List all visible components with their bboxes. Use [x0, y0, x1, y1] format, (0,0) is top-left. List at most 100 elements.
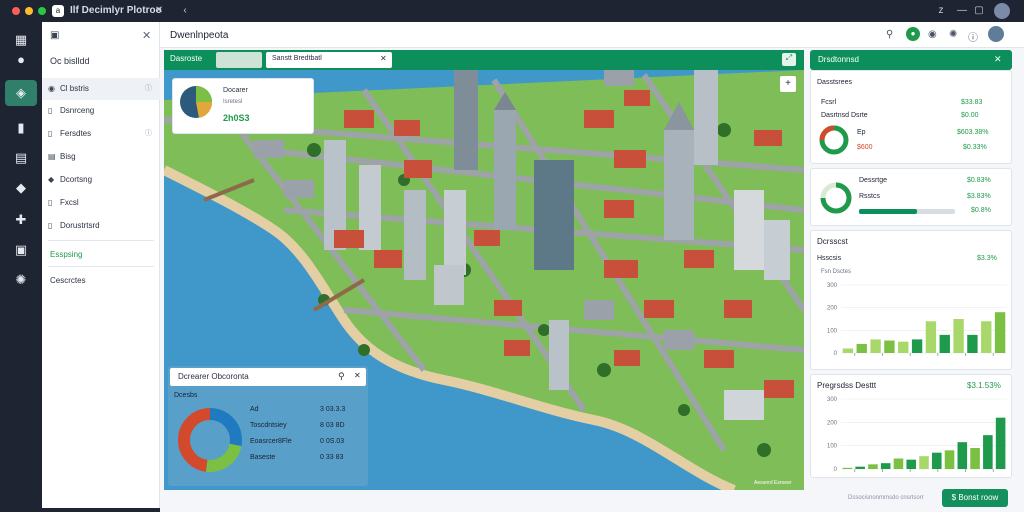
search-input[interactable]: Dcrearer Obcoronta [178, 372, 249, 381]
bar-2 [855, 466, 865, 469]
close-tab-icon[interactable]: ✕ [152, 4, 166, 18]
sidebar: ▣ ✕ Oc bislldd ◉ Cl bstris ⓘ ▯ Dsnrceng … [42, 22, 160, 508]
bar-chart-1: 0 100 200 300 [827, 283, 1007, 357]
right-panel-header: Drsdtonnsd ✕ [810, 50, 1012, 70]
sidebar-item-4[interactable]: ▤ Bisg [42, 146, 160, 168]
bookmark-icon[interactable]: ▮ [11, 118, 31, 138]
zoom-in-button[interactable]: + [780, 76, 796, 92]
bar-5 [898, 341, 909, 353]
map-tab[interactable]: Dasroste [170, 54, 202, 63]
footer-link[interactable]: Dssocisnonmmsdo cnsrtsorr [848, 495, 924, 501]
sidebar-logo-icon: ▣ [50, 30, 60, 41]
info-card-value: 2h0S3 [223, 113, 250, 123]
list-icon: ▯ [48, 221, 53, 230]
settings-icon[interactable]: ✺ [949, 29, 957, 40]
map-dropdown-value: Sanstt Bredtbatl [272, 55, 322, 62]
sidebar-section-label[interactable]: Esspsing [50, 250, 82, 259]
zoom-icon[interactable]: z [934, 4, 948, 18]
summary-row-label: Dasrtnsd Dsrte [821, 112, 868, 119]
map-info-card: Docarer Isretesl 2h0S3 [172, 78, 314, 134]
settings-icon[interactable]: ✺ [11, 270, 31, 290]
maximize-window-button[interactable] [38, 7, 46, 15]
metric-row-value: $0.83% [967, 177, 991, 184]
metric-donut [820, 182, 852, 214]
bar-chart-2: 0 100 200 300 [827, 397, 1007, 473]
y-tick-label: 200 [827, 306, 838, 312]
grid-icon[interactable]: ▦ [11, 30, 31, 50]
footer-button[interactable]: $ Bonst roow [942, 489, 1008, 507]
bell-icon[interactable]: ⚲ [886, 29, 893, 40]
stats-title: Dcesbs [174, 392, 198, 399]
summary-row-label: Ep [857, 129, 866, 136]
stats-donut-chart [178, 408, 242, 472]
avatar[interactable] [988, 26, 1004, 42]
divider [48, 240, 154, 241]
globe-icon[interactable]: ● [906, 27, 920, 41]
info-icon: ⓘ [145, 85, 152, 92]
puzzle-icon: ▯ [48, 198, 53, 207]
city-map[interactable]: Dasroste Sanstt Bredtbatl ✕ ⤢ + Docarer … [164, 50, 804, 490]
bar-8 [931, 452, 942, 469]
chart-badge: $3.1.53% [967, 381, 1001, 390]
y-tick-label: 0 [834, 351, 838, 357]
bar-4 [884, 340, 895, 353]
user-avatar[interactable] [994, 3, 1010, 19]
summary-card-title: Dasstsrees [817, 79, 853, 86]
eye-icon: ◉ [48, 84, 55, 93]
sidebar-footer-link[interactable]: Cescrctes [50, 276, 86, 285]
search-icon[interactable]: ⚲ [338, 371, 345, 382]
metric-progress-track [859, 209, 955, 214]
map-search[interactable]: Dcrearer Obcoronta ⚲ ✕ [170, 368, 366, 386]
sidebar-item-1[interactable]: ◉ Cl bstris ⓘ [42, 78, 160, 100]
bar-4 [880, 463, 891, 469]
chat-icon[interactable]: ▣ [11, 240, 31, 260]
restore-icon[interactable]: ▢ [972, 4, 986, 18]
expand-icon[interactable]: ⤢ [782, 53, 796, 66]
stats-row-label: Baseste [250, 454, 276, 461]
sidebar-item-5[interactable]: ◆ Dcortsng [42, 169, 160, 191]
puzzle-icon[interactable]: ✚ [11, 210, 31, 230]
page-title: Dwenlnpeota [170, 30, 229, 41]
sidebar-item-label: Dorustrtsrd [60, 221, 100, 230]
camera-icon[interactable]: ◉ [928, 29, 937, 40]
help-icon[interactable]: ⓘ [968, 29, 978, 44]
map-icon[interactable]: ◈ [5, 80, 37, 106]
minimize-icon[interactable]: — [955, 4, 969, 18]
sidebar-item-label: Fersdtes [60, 129, 92, 138]
close-icon[interactable]: ✕ [994, 54, 1002, 65]
sidebar-item-2[interactable]: ▯ Dsnrceng [42, 100, 160, 122]
chart-title: Dcrsscst [817, 237, 848, 246]
sidebar-item-label: Bisg [60, 152, 76, 161]
y-tick-label: 200 [827, 420, 838, 426]
app-icon: a [52, 5, 64, 17]
map-toolbar: Dasroste Sanstt Bredtbatl ✕ ⤢ [164, 50, 804, 70]
stats-row-value: 8 03 8D [320, 422, 345, 429]
map-filter-chip[interactable] [216, 52, 262, 68]
sidebar-item-7[interactable]: ▯ Dorustrtsrd [42, 215, 160, 237]
close-sidebar-icon[interactable]: ✕ [142, 29, 151, 42]
close-window-button[interactable] [12, 7, 20, 15]
map-dropdown[interactable]: Sanstt Bredtbatl ✕ [266, 52, 392, 68]
summary-row-value: $0.00 [961, 112, 979, 119]
close-icon[interactable]: ✕ [380, 54, 387, 63]
y-tick-label: 100 [827, 444, 838, 450]
metric-row-value: $3.83% [967, 193, 991, 200]
right-panel-title: Drsdtonnsd [818, 55, 859, 64]
info-icon[interactable]: ● [11, 50, 31, 70]
map-stats-panel: Dcrearer Obcoronta ⚲ ✕ Dcesbs Ad 3 03.3.… [168, 366, 368, 486]
stats-row-label: Eoasrcer8Fle [250, 438, 292, 445]
stats-row-value: 0 0S.03 [320, 438, 345, 445]
close-icon[interactable]: ✕ [354, 371, 361, 380]
sidebar-item-3[interactable]: ▯ Fersdtes ⓘ [42, 123, 160, 145]
bar-9 [944, 450, 955, 469]
minimize-window-button[interactable] [25, 7, 33, 15]
bar-6 [906, 459, 917, 469]
bar-1 [842, 348, 854, 353]
bar-chart-card-1: Dcrsscst Hsscsis $3.3% Fsn Dsctes 0 100 20… [810, 230, 1012, 370]
drop-icon[interactable]: ◆ [11, 178, 31, 198]
sidebar-item-6[interactable]: ▯ Fxcsl [42, 192, 160, 214]
bar-2 [856, 343, 867, 353]
metric-card: Dessrtge Rsstcs $0.83% $3.83% $0.8% [810, 168, 1012, 226]
table-icon[interactable]: ▤ [11, 148, 31, 168]
back-icon[interactable]: ‹ [178, 4, 192, 18]
